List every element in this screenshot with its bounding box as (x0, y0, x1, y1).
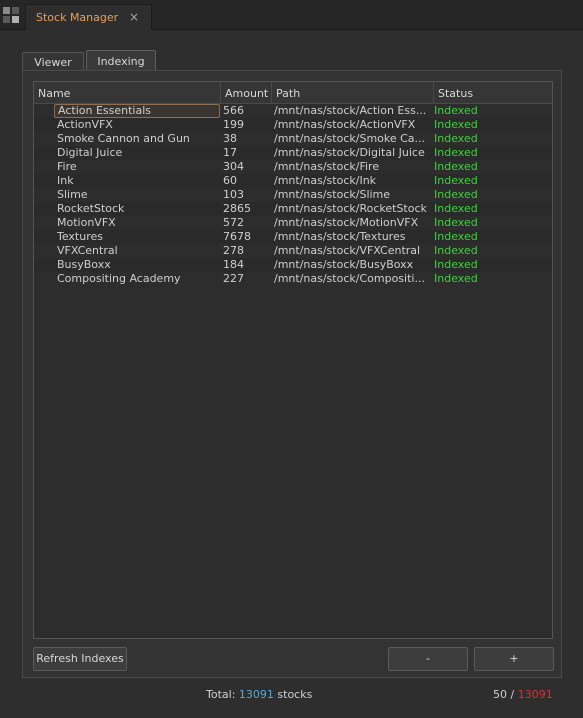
table-row[interactable]: RocketStock 2865/mnt/nas/stock/RocketStoc… (34, 202, 552, 216)
table-row[interactable]: Action Essentials 566/mnt/nas/stock/Actio… (34, 104, 552, 118)
table-row[interactable]: Fire 304/mnt/nas/stock/Fire Indexed (34, 160, 552, 174)
cell-name: Digital Juice (57, 146, 123, 159)
panel-tab-stock-manager[interactable]: Stock Manager × (25, 4, 152, 30)
cell-amount: 17 (223, 146, 237, 159)
cell-status: Indexed (434, 160, 478, 173)
cell-path: /mnt/nas/stock/ActionVFX (274, 118, 416, 131)
stock-table: Name Amount Path Status Action Essential… (33, 81, 553, 639)
cell-status: Indexed (434, 244, 478, 257)
cell-status: Indexed (434, 230, 478, 243)
cell-path: /mnt/nas/stock/Textures (274, 230, 406, 243)
tab-viewer[interactable]: Viewer (22, 52, 84, 71)
cell-name: RocketStock (57, 202, 125, 215)
panel-title-bar: Stock Manager × (0, 0, 583, 30)
cell-path: /mnt/nas/stock/RocketStock (274, 202, 427, 215)
total-prefix: Total: (206, 688, 239, 701)
cell-name: MotionVFX (57, 216, 116, 229)
cell-path: /mnt/nas/stock/Action Ess... (274, 104, 427, 117)
total-count: 13091 (238, 688, 274, 701)
cell-amount: 572 (223, 216, 244, 229)
tab-indexing[interactable]: Indexing (86, 50, 156, 71)
table-row[interactable]: BusyBoxx 184/mnt/nas/stock/BusyBoxx Indexe… (34, 258, 552, 272)
cell-amount: 7678 (223, 230, 251, 243)
cell-amount: 227 (223, 272, 244, 285)
cell-status: Indexed (434, 258, 478, 271)
close-icon[interactable]: × (129, 10, 139, 24)
cell-path: /mnt/nas/stock/MotionVFX (274, 216, 419, 229)
indexing-panel: Name Amount Path Status Action Essential… (22, 70, 562, 678)
cell-name: Slime (57, 188, 88, 201)
shown-count-label: 50 / 13091 (493, 688, 553, 701)
cell-name: Smoke Cannon and Gun (57, 132, 190, 145)
column-header-amount[interactable]: Amount (221, 82, 272, 103)
cell-path: /mnt/nas/stock/Ink (274, 174, 377, 187)
column-header-status[interactable]: Status (434, 82, 552, 103)
cell-status: Indexed (434, 146, 478, 159)
panel-grip-icon[interactable] (3, 7, 19, 23)
table-row[interactable]: VFXCentral 278/mnt/nas/stock/VFXCentral In… (34, 244, 552, 258)
cell-name: Fire (57, 160, 77, 173)
shown-count: 50 (493, 688, 507, 701)
table-body: Action Essentials 566/mnt/nas/stock/Actio… (34, 104, 552, 286)
shown-separator: / (507, 688, 518, 701)
table-row[interactable]: MotionVFX 572/mnt/nas/stock/MotionVFX Inde… (34, 216, 552, 230)
remove-button[interactable]: - (388, 647, 468, 671)
panel-tab-title: Stock Manager (36, 11, 119, 24)
cell-path: /mnt/nas/stock/VFXCentral (274, 244, 421, 257)
cell-status: Indexed (434, 118, 478, 131)
total-stocks-label: Total: 13091 stocks (206, 688, 312, 701)
cell-path: /mnt/nas/stock/Slime (274, 188, 391, 201)
cell-name: BusyBoxx (57, 258, 111, 271)
cell-amount: 2865 (223, 202, 251, 215)
cell-name: Textures (57, 230, 103, 243)
cell-amount: 566 (223, 104, 244, 117)
table-row[interactable]: Ink 60/mnt/nas/stock/Ink Indexed (34, 174, 552, 188)
column-header-name[interactable]: Name (34, 82, 221, 103)
cell-amount: 60 (223, 174, 237, 187)
table-row[interactable]: Slime 103/mnt/nas/stock/Slime Indexed (34, 188, 552, 202)
cell-path: /mnt/nas/stock/Fire (274, 160, 380, 173)
cell-name: ActionVFX (57, 118, 113, 131)
cell-path: /mnt/nas/stock/Smoke Ca... (274, 132, 426, 145)
total-suffix: stocks (273, 688, 313, 701)
cell-name: VFXCentral (57, 244, 118, 257)
cell-status: Indexed (434, 104, 478, 117)
table-row[interactable]: Textures 7678/mnt/nas/stock/Textures Index… (34, 230, 552, 244)
column-header-path[interactable]: Path (272, 82, 434, 103)
cell-name: Compositing Academy (57, 272, 181, 285)
cell-status: Indexed (434, 174, 478, 187)
cell-path: /mnt/nas/stock/Digital Juice (274, 146, 425, 159)
cell-amount: 278 (223, 244, 244, 257)
cell-path: /mnt/nas/stock/Compositi... (274, 272, 425, 285)
table-row[interactable]: Compositing Academy 227/mnt/nas/stock/Com… (34, 272, 552, 286)
cell-amount: 184 (223, 258, 244, 271)
cell-amount: 103 (223, 188, 244, 201)
cell-status: Indexed (434, 272, 478, 285)
refresh-indexes-button[interactable]: Refresh Indexes (33, 647, 127, 671)
cell-status: Indexed (434, 188, 478, 201)
shown-total: 13091 (517, 688, 553, 701)
table-row[interactable]: ActionVFX 199/mnt/nas/stock/ActionVFX Inde… (34, 118, 552, 132)
add-button[interactable]: + (474, 647, 554, 671)
table-header: Name Amount Path Status (34, 82, 552, 104)
cell-status: Indexed (434, 216, 478, 229)
cell-path: /mnt/nas/stock/BusyBoxx (274, 258, 414, 271)
cell-status: Indexed (434, 132, 478, 145)
table-row[interactable]: Smoke Cannon and Gun 38/mnt/nas/stock/Smo… (34, 132, 552, 146)
cell-status: Indexed (434, 202, 478, 215)
cell-name: Ink (57, 174, 74, 187)
cell-amount: 38 (223, 132, 237, 145)
cell-amount: 304 (223, 160, 244, 173)
cell-name: Action Essentials (54, 104, 220, 118)
cell-amount: 199 (223, 118, 244, 131)
table-row[interactable]: Digital Juice 17/mnt/nas/stock/Digital Ju… (34, 146, 552, 160)
